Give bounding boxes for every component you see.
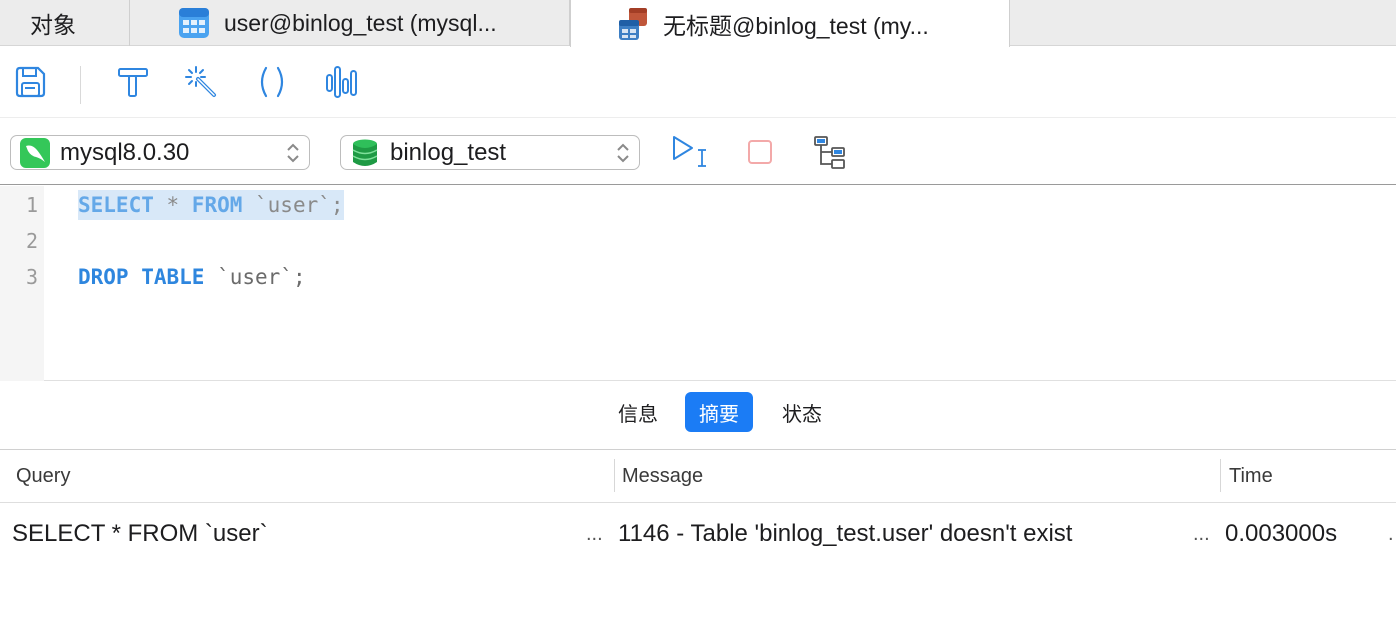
explain-button[interactable] <box>324 64 360 100</box>
cell-query: SELECT * FROM `user` <box>12 520 268 547</box>
stop-icon <box>748 140 772 164</box>
sql-text: * <box>153 193 192 217</box>
database-value: binlog_test <box>390 138 507 166</box>
line-number: 2 <box>25 229 38 253</box>
sql-text: `user`; <box>242 193 344 217</box>
save-icon <box>15 66 46 98</box>
run-query-button[interactable] <box>670 132 710 172</box>
cell-ellipsis: ... <box>586 522 603 545</box>
tab-untitled-query[interactable]: 无标题@binlog_test (my... <box>570 0 1010 47</box>
tab-user-table[interactable]: user@binlog_test (mysql... <box>130 0 570 46</box>
tab-info[interactable]: 信息 <box>604 392 672 432</box>
line-number: 1 <box>25 193 38 217</box>
stop-button[interactable] <box>740 132 780 172</box>
chevron-updown-icon <box>287 143 299 163</box>
column-divider[interactable] <box>1220 459 1221 492</box>
sql-keyword: FROM <box>191 193 243 217</box>
query-icon <box>619 7 647 40</box>
sql-keyword: DROP <box>78 265 129 289</box>
query-toolbar <box>0 46 1396 118</box>
sql-keyword: TABLE <box>141 265 205 289</box>
tab-status[interactable]: 状态 <box>768 392 836 432</box>
column-header-time[interactable]: Time <box>1229 450 1273 503</box>
format-button[interactable] <box>115 64 151 100</box>
chevron-updown-icon <box>617 143 629 163</box>
column-header-query[interactable]: Query <box>16 450 70 503</box>
line-number-gutter: 1 2 3 <box>0 186 44 381</box>
cell-message: 1146 - Table 'binlog_test.user' doesn't … <box>618 520 1073 547</box>
cell-time: 0.003000s <box>1225 520 1338 547</box>
database-icon <box>352 139 378 166</box>
parentheses-icon <box>260 66 284 98</box>
column-header-message[interactable]: Message <box>622 450 703 503</box>
connection-bar: mysql8.0.30 binlog_test <box>0 118 1396 185</box>
table-icon <box>179 8 209 38</box>
tab-label: 对象 <box>30 12 76 38</box>
beautify-button[interactable] <box>183 64 219 100</box>
tab-objects[interactable]: 对象 <box>0 0 130 46</box>
sql-text: `user`; <box>204 265 306 289</box>
column-divider[interactable] <box>614 459 615 492</box>
mysql-dolphin-icon <box>20 137 50 168</box>
format-icon <box>118 68 148 97</box>
beautify-wand-icon <box>185 66 216 97</box>
result-tabs: 信息 摘要 状态 <box>0 381 1396 450</box>
database-select[interactable]: binlog_test <box>340 135 640 170</box>
explain-tree-button[interactable] <box>810 132 850 172</box>
parentheses-button[interactable] <box>254 64 290 100</box>
code-line-3[interactable]: DROP TABLE `user`; <box>78 262 306 292</box>
run-query-icon <box>673 136 706 167</box>
save-button[interactable] <box>12 64 48 100</box>
tab-summary[interactable]: 摘要 <box>685 392 753 432</box>
tab-label: user@binlog_test (mysql... <box>224 9 497 36</box>
sql-keyword: SELECT <box>78 193 154 217</box>
results-table-header: Query Message Time <box>0 450 1396 503</box>
code-line-1[interactable]: SELECT * FROM `user`; <box>78 190 344 220</box>
server-select[interactable]: mysql8.0.30 <box>10 135 310 170</box>
toolbar-divider <box>80 66 81 104</box>
explain-chart-icon <box>326 66 357 98</box>
explain-tree-icon <box>814 136 845 169</box>
line-number: 3 <box>25 265 38 289</box>
cell-ellipsis: . <box>1388 522 1394 545</box>
cell-ellipsis: ... <box>1193 522 1210 545</box>
server-value: mysql8.0.30 <box>60 138 190 166</box>
tab-label: 无标题@binlog_test (my... <box>663 12 929 39</box>
sql-editor[interactable]: 1 2 3 SELECT * FROM `user`; DROP TABLE `… <box>0 186 1396 381</box>
table-row[interactable]: SELECT * FROM `user` ... 1146 - Table 'b… <box>0 503 1396 565</box>
tab-bar: 对象 user@binlog_test (mysql... 无标题@binlog… <box>0 0 1396 47</box>
